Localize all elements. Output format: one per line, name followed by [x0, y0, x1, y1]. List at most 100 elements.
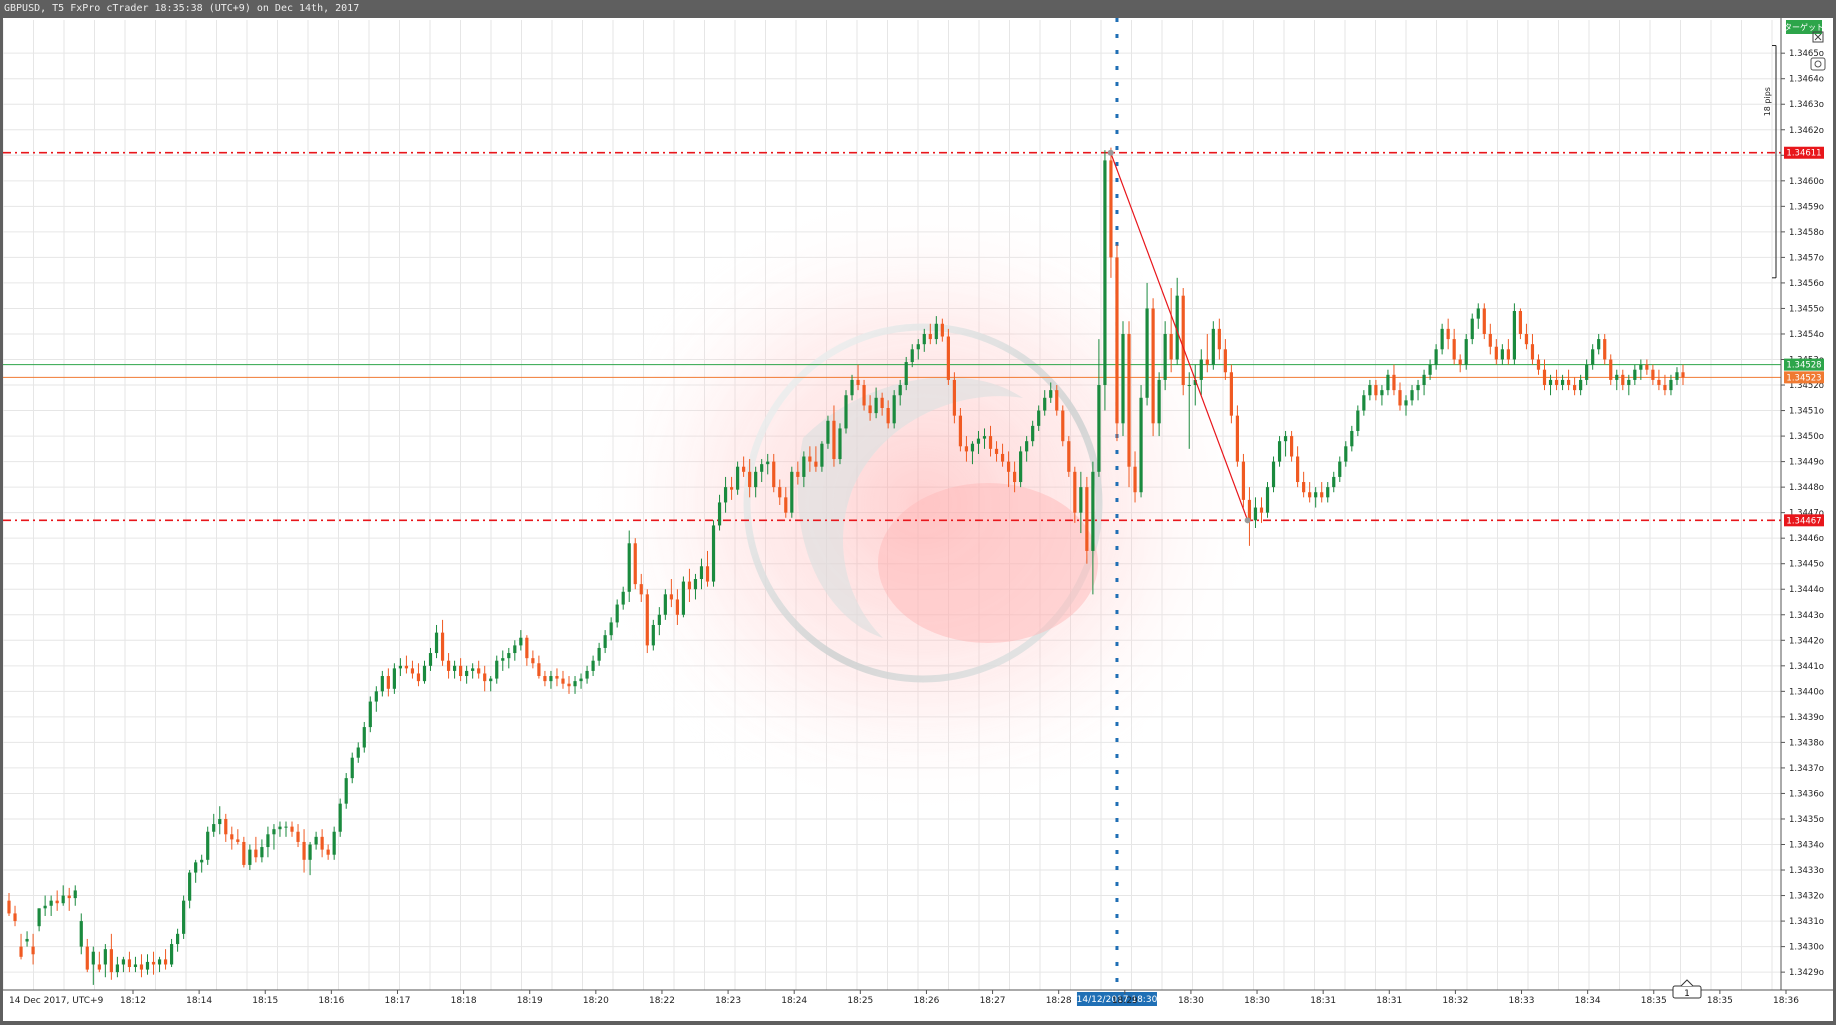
candle-body [766, 461, 770, 465]
trendline-handle-end[interactable] [1244, 517, 1251, 524]
candle-body [892, 395, 896, 424]
candle [591, 655, 595, 677]
candle-body [1187, 385, 1191, 387]
candle-body [555, 676, 559, 679]
candle-body [531, 658, 535, 664]
scroll-badge-label: 1 [1684, 989, 1690, 999]
candle [434, 624, 439, 659]
candle [892, 390, 896, 429]
candle-body [1368, 385, 1372, 396]
candle [1338, 456, 1342, 483]
time-tick-label: 18:30 [1178, 996, 1204, 1006]
candle [1332, 471, 1336, 493]
candle [1675, 367, 1679, 386]
candle-body [717, 502, 722, 526]
time-tick-label: 18:28 [1046, 996, 1072, 1006]
candle [1663, 374, 1667, 396]
candle-body [1524, 333, 1529, 345]
candle-body [133, 964, 138, 968]
candle-body [1097, 385, 1101, 472]
candle-body [1404, 400, 1408, 406]
candle-body [1235, 415, 1240, 462]
lower-red-price-tag-label: 1.34467 [1786, 516, 1821, 526]
candle [182, 895, 186, 939]
candle-body [332, 831, 336, 855]
candle-body [1621, 374, 1625, 386]
scroll-badge[interactable]: 1 [1672, 979, 1702, 999]
price-tick-label: 1.3441o [1789, 662, 1824, 672]
candle-body [374, 691, 378, 702]
candle-body [1320, 492, 1324, 498]
candle [350, 752, 354, 784]
candle-body [1651, 369, 1655, 380]
candle-body [1362, 395, 1366, 411]
candle [320, 829, 324, 858]
candle [1061, 405, 1065, 447]
candle-body [1013, 471, 1017, 483]
candle-body [284, 826, 288, 828]
price-tick-label: 1.3446o [1789, 534, 1824, 544]
candle [332, 826, 336, 860]
candle-body [1091, 471, 1095, 551]
candle-body [501, 658, 505, 661]
trendline-handle-start[interactable] [1107, 149, 1114, 156]
candle [176, 928, 180, 952]
candle-body [519, 637, 523, 646]
candle-body [489, 678, 493, 682]
candle-body [537, 663, 541, 677]
candle-body [350, 757, 354, 779]
candle-body [1470, 318, 1474, 340]
camera-icon[interactable] [1810, 57, 1826, 71]
candle-body [904, 362, 908, 386]
candle-body [169, 944, 174, 965]
candle [290, 821, 294, 837]
time-tick-label: 18:32 [1442, 996, 1468, 1006]
candle [416, 663, 421, 687]
price-tick-label: 1.3444o [1789, 585, 1824, 595]
candle [1621, 369, 1625, 391]
candle-body [1332, 476, 1336, 488]
candle-body [440, 632, 445, 661]
candlestick-chart[interactable]: 14/12/2017 18:30 18 pips 1.3465o1.3464o1… [2, 18, 1833, 1021]
candle-body [1609, 359, 1613, 380]
price-tick-label: 1.3459o [1789, 202, 1824, 212]
candle [1627, 374, 1631, 396]
candle-body [1356, 410, 1360, 431]
pip-ruler[interactable]: 18 pips [1763, 45, 1777, 279]
candle [428, 647, 433, 671]
price-axis[interactable]: 1.3465o1.3464o1.3463o1.3462o1.3461o1.346… [1780, 18, 1824, 990]
candle [1019, 446, 1023, 488]
candle [1554, 369, 1559, 391]
time-tick-label: 18:35 [1641, 996, 1667, 1006]
candle [410, 660, 415, 679]
candle [946, 328, 950, 386]
candle [465, 665, 469, 684]
candle [1669, 374, 1673, 396]
candle-body [151, 961, 156, 965]
candle-body [796, 471, 800, 477]
candle-body [1085, 487, 1089, 551]
candle [681, 576, 686, 618]
candle [1446, 318, 1450, 350]
candle-body [19, 946, 23, 957]
candle-body [1440, 328, 1444, 350]
candle [1398, 382, 1402, 411]
candle-body [1500, 349, 1504, 360]
target-tab-label: ターゲット [1784, 22, 1824, 32]
time-tick-label: 18:35 [1707, 996, 1733, 1006]
time-tick-label: 18:14 [186, 996, 212, 1006]
candle-body [681, 581, 686, 615]
candle-body [1253, 507, 1258, 521]
candle [224, 813, 228, 842]
candle [1326, 482, 1330, 503]
candle [344, 773, 348, 809]
candle-body [1079, 487, 1083, 513]
chart-area[interactable]: 14/12/2017 18:30 18 pips 1.3465o 1.3464o 1… [2, 18, 1833, 1021]
candle-body [1000, 453, 1005, 462]
candle [1067, 436, 1071, 477]
candle-body [1428, 364, 1432, 375]
time-axis[interactable]: 14 Dec 2017, UTC+9 18:12 18:14 18:15 18:16 18… [3, 989, 1833, 1006]
time-tick-label: 18:18 [451, 996, 477, 1006]
candle [1289, 430, 1294, 462]
candle-body [1296, 456, 1300, 483]
